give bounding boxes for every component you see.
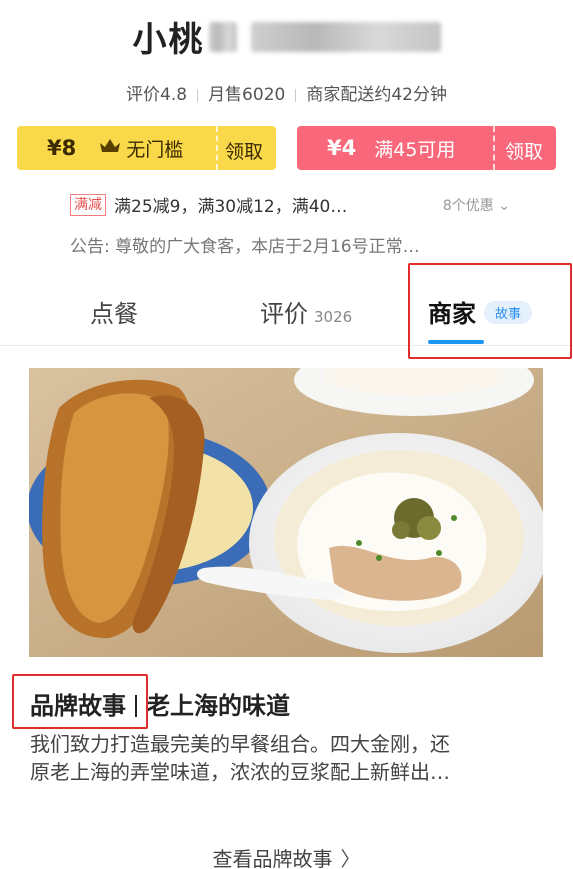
review-count: 3026 [314,308,353,326]
divider [197,88,199,102]
highlight-box [408,263,572,359]
coupon-amount: ¥8 [47,136,77,160]
chevron-down-icon: ⌄ [498,197,510,214]
crown-icon [98,137,122,160]
tab-label: 点餐 [90,300,138,328]
delivery-text: 商家配送约42分钟 [306,85,447,105]
story-body-line: 我们致力打造最完美的早餐组合。四大金刚，还 [30,732,450,756]
tab-order[interactable]: 点餐 [90,294,138,329]
coupon-desc: 满45可用 [374,138,456,161]
coupon-no-threshold[interactable]: ¥8 无门槛 领取 [17,126,276,170]
chevron-right-icon: 〉 [340,847,361,869]
discount-tag: 满减 [70,193,106,216]
coupon-desc: 无门槛 [126,138,184,161]
store-name: 小桃 [132,20,205,60]
rating-text: 评价4.8 [126,85,188,105]
tab-reviews[interactable]: 评价 3026 [260,294,352,329]
divider [295,88,297,102]
coupon-divider [216,126,218,170]
store-notice[interactable]: 公告: 尊敬的广大食客，本店于2月16号正常… [70,232,420,257]
view-brand-story-link[interactable]: 查看品牌故事〉 [0,843,573,869]
discount-text: 满25减9，满30减12，满40… [114,197,348,217]
blurred-name-part [208,21,237,52]
story-title-sub: 老上海的味道 [146,692,290,720]
view-story-label: 查看品牌故事 [212,847,333,869]
story-body-line: 原老上海的弄堂味道，浓浓的豆浆配上新鲜出… [30,760,450,784]
coupon-divider [493,126,495,170]
discount-row[interactable]: 满减 满25减9，满30减12，满40… 8个优惠 ⌄ [70,192,510,217]
monthly-sales-text: 月售6020 [208,85,286,105]
highlight-box [12,674,148,729]
tab-label: 评价 [260,300,308,328]
store-stats: 评价4.8 月售6020 商家配送约42分钟 [0,80,573,105]
brand-photo[interactable] [29,368,543,657]
claim-button[interactable]: 领取 [225,137,263,164]
brand-story-body: 我们致力打造最完美的早餐组合。四大金刚，还 原老上海的弄堂味道，浓浓的豆浆配上新… [30,730,540,786]
offers-count-label: 8个优惠 [442,197,494,214]
coupon-amount: ¥4 [327,136,357,160]
store-title: 小桃 [0,12,573,61]
offers-count[interactable]: 8个优惠 ⌄ [443,195,510,215]
blurred-name-part [250,21,441,52]
claim-button[interactable]: 领取 [505,137,543,164]
breakfast-photo-illustration [29,368,543,657]
coupon-min-spend[interactable]: ¥4 满45可用 领取 [297,126,556,170]
